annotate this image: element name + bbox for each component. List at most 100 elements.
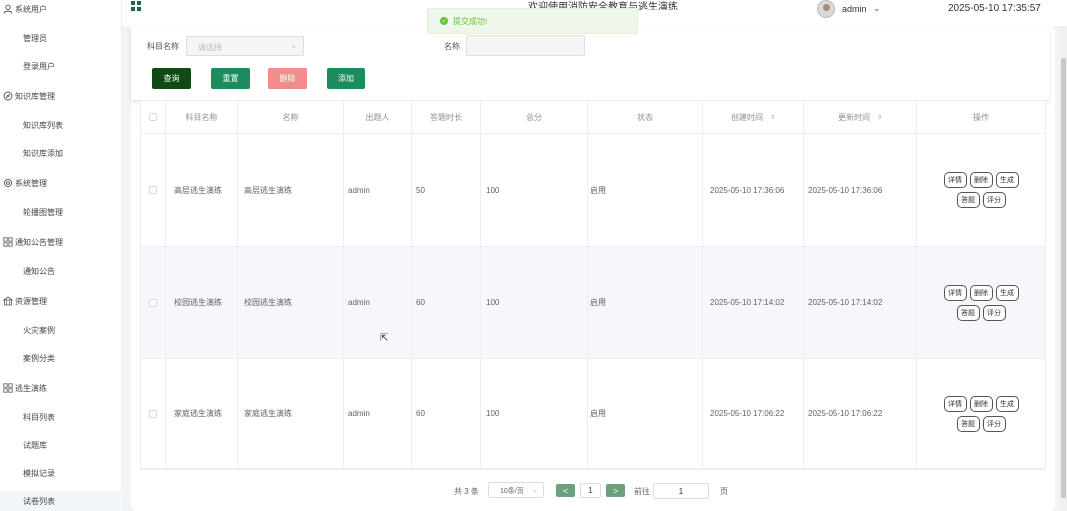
goto-page-input[interactable]: 1	[653, 483, 709, 499]
sidebar-group-system[interactable]: 系统管理	[0, 173, 122, 193]
sidebar-item-knowledge-add[interactable]: 知识库添加	[0, 143, 122, 163]
column-header-label: 更新时间	[837, 112, 870, 122]
column-header: 科目名称	[166, 101, 238, 133]
sidebar-item-label: 轮播图管理	[23, 207, 63, 217]
name-input[interactable]	[466, 35, 585, 56]
cell-created: 2025-05-10 17:06:22	[703, 359, 804, 468]
subject-label: 科目名称	[147, 42, 179, 51]
cell-created: 2025-05-10 17:14:02	[703, 247, 804, 358]
table-header-row: 科目名称 名称 出题人 答题时长 总分 状态 创建时间 ⇕ 更新时间 ⇕ 操作	[141, 101, 1045, 134]
sidebar-item-fire-cases[interactable]: 火灾案例	[0, 320, 122, 340]
answer-button[interactable]: 答题	[956, 192, 980, 208]
sidebar-group-notice[interactable]: 通知公告管理	[0, 232, 122, 252]
cell-author: admin	[344, 134, 412, 246]
name-label: 名称	[444, 42, 460, 51]
generate-button[interactable]: 生成	[995, 395, 1019, 412]
detail-button[interactable]: 详情	[943, 172, 967, 188]
search-panel: 科目名称 请选择 ⌄ 名称 查询 重置 删除 添加	[131, 26, 1049, 100]
subject-select-placeholder: 请选择	[198, 43, 222, 52]
sidebar-item-knowledge-list[interactable]: 知识库列表	[0, 115, 122, 135]
avatar[interactable]	[817, 0, 835, 18]
sidebar-item-question-bank[interactable]: 试题库	[0, 435, 122, 455]
cell-score: 100	[481, 359, 588, 468]
sidebar-item-label: 科目列表	[23, 412, 55, 422]
column-header-created[interactable]: 创建时间 ⇕	[703, 101, 804, 133]
generate-button[interactable]: 生成	[995, 284, 1019, 301]
gear-icon	[2, 178, 13, 189]
generate-button[interactable]: 生成	[995, 172, 1019, 188]
sidebar-group-label: 通知公告管理	[15, 237, 63, 247]
sidebar-item-case-categories[interactable]: 案例分类	[0, 348, 122, 368]
sidebar-item-carousel[interactable]: 轮播图管理	[0, 202, 122, 222]
answer-button[interactable]: 答题	[956, 415, 980, 432]
column-header: 操作	[973, 112, 989, 122]
sidebar-group-label: 逃生演练	[15, 383, 47, 393]
pagination: 共 3 条 10条/页 ⌄ < 1 > 前往 1 页	[131, 482, 1055, 500]
subject-select[interactable]: 请选择 ⌄	[186, 36, 304, 56]
sidebar-group-drill[interactable]: 逃生演练	[0, 378, 122, 398]
row-checkbox[interactable]	[141, 247, 166, 358]
column-header: 答题时长	[412, 101, 481, 133]
column-header: 总分	[481, 101, 588, 133]
add-button[interactable]: 添加	[327, 68, 365, 89]
cell-actions: 详情 删除 生成 答题 评分	[917, 359, 1045, 468]
row-delete-button[interactable]: 删除	[969, 395, 993, 412]
page-size-select[interactable]: 10条/页 ⌄	[488, 482, 544, 498]
detail-button[interactable]: 详情	[943, 395, 967, 412]
cell-actions: 详情 删除 生成 答题 评分	[917, 247, 1045, 358]
sidebar-item-paper-list[interactable]: 试卷列表	[0, 491, 122, 511]
sidebar-item-notices[interactable]: 通知公告	[0, 261, 122, 281]
sidebar-group-resources[interactable]: 资源管理	[0, 291, 122, 311]
column-header: 名称	[238, 101, 344, 133]
column-header-updated[interactable]: 更新时间 ⇕	[804, 101, 917, 133]
sidebar-item-mock-records[interactable]: 模拟记录	[0, 463, 122, 483]
detail-button[interactable]: 详情	[943, 284, 967, 301]
page-suffix-label: 页	[720, 487, 728, 496]
sidebar-item-label: 知识库添加	[23, 148, 63, 158]
cell-status: 启用	[588, 247, 703, 358]
delete-button[interactable]: 删除	[268, 68, 307, 89]
grid-icon	[2, 383, 13, 394]
building-icon	[2, 296, 13, 307]
menu-grid-icon[interactable]	[131, 1, 141, 11]
sidebar-item-admins[interactable]: 管理员	[0, 28, 122, 48]
row-delete-button[interactable]: 删除	[969, 284, 993, 301]
sidebar-group-knowledge[interactable]: 知识库管理	[0, 86, 122, 106]
sort-icon[interactable]: ⇕	[877, 114, 882, 121]
cell-subject: 校园逃生演练	[166, 247, 238, 358]
cell-duration: 60	[412, 359, 481, 468]
grade-button[interactable]: 评分	[982, 304, 1006, 321]
answer-button[interactable]: 答题	[956, 304, 980, 321]
grade-button[interactable]: 评分	[982, 192, 1006, 208]
row-checkbox[interactable]	[141, 359, 166, 468]
select-all-checkbox[interactable]	[141, 101, 166, 133]
cell-name: 家庭逃生演练	[238, 359, 344, 468]
chevron-down-icon[interactable]: ⌄	[873, 3, 881, 14]
current-page[interactable]: 1	[580, 483, 601, 498]
row-delete-button[interactable]: 删除	[969, 172, 993, 188]
cell-status: 启用	[588, 359, 703, 468]
pagination-total: 共 3 条	[454, 487, 479, 496]
column-header: 状态	[588, 101, 703, 133]
sidebar-item-label: 案例分类	[23, 353, 55, 363]
sidebar-item-label: 登录用户	[23, 61, 55, 71]
prev-page-button[interactable]: <	[556, 484, 575, 497]
sidebar-item-label: 通知公告	[23, 266, 55, 276]
chevron-down-icon: ⌄	[532, 487, 538, 494]
query-button[interactable]: 查询	[152, 68, 191, 89]
cell-status: 启用	[588, 134, 703, 246]
row-checkbox[interactable]	[141, 134, 166, 246]
sidebar-item-subjects[interactable]: 科目列表	[0, 407, 122, 427]
papers-table: 科目名称 名称 出题人 答题时长 总分 状态 创建时间 ⇕ 更新时间 ⇕ 操作 高层…	[140, 100, 1046, 470]
table-row: 高层逃生演练 高层逃生演练 admin 50 100 启用 2025-05-10…	[141, 134, 1045, 247]
user-name[interactable]: admin	[842, 4, 867, 14]
sort-icon[interactable]: ⇕	[770, 114, 775, 121]
sidebar-group-system-users[interactable]: 系统用户	[0, 0, 122, 19]
scrollbar-thumb[interactable]	[1061, 58, 1066, 498]
cell-updated: 2025-05-10 17:14:02	[804, 247, 917, 358]
sidebar-item-login-users[interactable]: 登录用户	[0, 56, 122, 76]
reset-button[interactable]: 重置	[211, 68, 250, 89]
grade-button[interactable]: 评分	[982, 415, 1006, 432]
next-page-button[interactable]: >	[606, 484, 625, 497]
success-toast: ✓ 提交成功!	[427, 8, 638, 34]
